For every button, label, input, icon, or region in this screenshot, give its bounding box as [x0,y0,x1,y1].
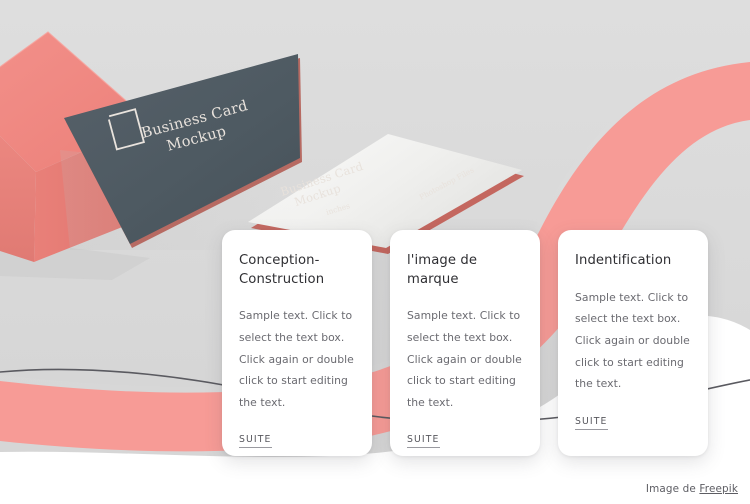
card-title: l'image de marque [407,253,478,287]
info-card-indentification[interactable]: Indentification Sample text. Click to se… [558,230,708,456]
info-card-conception-construction[interactable]: Conception-Construction Sample text. Cli… [222,230,372,456]
info-card-limage-de-marque[interactable]: l'image de marque Sample text. Click to … [390,230,540,456]
card-suite-link[interactable]: SUITE [239,434,272,449]
image-attribution: Image de Freepik [646,483,738,495]
attribution-freepik-link[interactable]: Freepik [699,483,738,495]
card-suite-link[interactable]: SUITE [575,416,608,430]
card-title: Indentification [575,253,672,268]
card-title: Conception-Construction [239,253,325,287]
info-cards-row: Conception-Construction Sample text. Cli… [222,230,718,456]
card-body-text: Sample text. Click to select the text bo… [407,309,522,409]
page-root: Business Card Mockup inches Photoshop Fi… [0,0,750,504]
attribution-prefix: Image de [645,483,700,495]
card-body-text: Sample text. Click to select the text bo… [575,290,690,391]
card-body-text: Sample text. Click to select the text bo… [239,309,354,409]
card-suite-link[interactable]: SUITE [407,434,440,449]
